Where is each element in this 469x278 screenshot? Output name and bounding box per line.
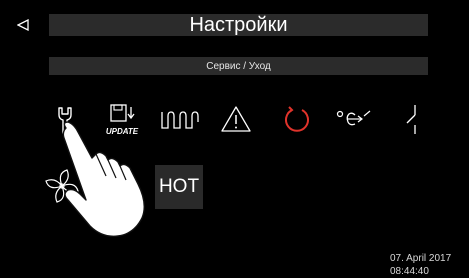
status-time: 08:44:40 bbox=[390, 266, 429, 277]
heating-element-button[interactable] bbox=[158, 106, 202, 134]
page-title: Настройки bbox=[49, 14, 428, 36]
status-date: 07. April 2017 bbox=[390, 253, 452, 264]
back-triangle-icon bbox=[17, 19, 29, 31]
temperature-unit-icon bbox=[336, 110, 371, 126]
back-button[interactable] bbox=[10, 14, 36, 36]
section-title-text: Сервис / Уход bbox=[206, 60, 271, 72]
pointing-hand-icon bbox=[52, 118, 162, 245]
section-title: Сервис / Уход bbox=[49, 57, 428, 75]
reset-button[interactable] bbox=[280, 104, 314, 136]
hot-button[interactable]: HOT bbox=[155, 165, 203, 209]
warning-icon bbox=[221, 106, 251, 132]
switch-button[interactable] bbox=[398, 102, 428, 136]
switch-icon bbox=[406, 105, 416, 134]
status-datetime: 07. April 2017 08:44:40 bbox=[390, 252, 468, 278]
reset-circle-icon bbox=[285, 106, 309, 132]
warning-button[interactable] bbox=[218, 104, 254, 134]
heating-element-icon bbox=[161, 111, 199, 129]
temperature-unit-button[interactable] bbox=[334, 106, 374, 132]
hot-button-label: HOT bbox=[158, 176, 200, 197]
page-title-text: Настройки bbox=[189, 14, 288, 36]
settings-screen: Настройки Сервис / Уход UPDATE HOT 07. A… bbox=[0, 0, 469, 278]
